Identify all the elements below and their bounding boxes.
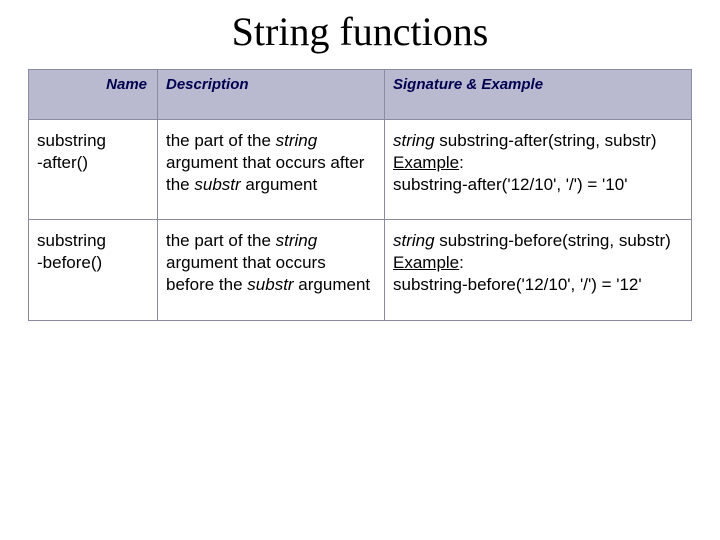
slide: String functions Name Description Signat… — [0, 0, 720, 540]
name-line1: substring — [37, 131, 106, 150]
example-body: substring-after('12/10', '/') = '10' — [393, 175, 627, 194]
table-row: substring -before() the part of the stri… — [29, 220, 692, 320]
desc-text: argument — [241, 175, 318, 194]
sig-call: substring-after(string, substr) — [435, 131, 657, 150]
name-line1: substring — [37, 231, 106, 250]
cell-desc: the part of the string argument that occ… — [158, 220, 385, 320]
desc-italic: string — [276, 131, 318, 150]
functions-table: Name Description Signature & Example sub… — [28, 69, 692, 321]
table-row: substring -after() the part of the strin… — [29, 120, 692, 220]
cell-sig: string substring-after(string, substr) E… — [385, 120, 692, 220]
cell-name: substring -after() — [29, 120, 158, 220]
col-header-sig: Signature & Example — [385, 70, 692, 120]
sig-call: substring-before(string, substr) — [435, 231, 671, 250]
col-header-name: Name — [29, 70, 158, 120]
example-label: Example — [393, 253, 459, 272]
desc-text: argument — [294, 275, 371, 294]
table-header-row: Name Description Signature & Example — [29, 70, 692, 120]
name-line2: -after() — [37, 153, 88, 172]
desc-text: the part of the — [166, 231, 276, 250]
desc-italic: substr — [247, 275, 293, 294]
col-header-desc: Description — [158, 70, 385, 120]
example-colon: : — [459, 153, 464, 172]
example-label: Example — [393, 153, 459, 172]
example-colon: : — [459, 253, 464, 272]
example-body: substring-before('12/10', '/') = '12' — [393, 275, 642, 294]
cell-sig: string substring-before(string, substr) … — [385, 220, 692, 320]
sig-return-type: string — [393, 131, 435, 150]
page-title: String functions — [28, 8, 692, 55]
cell-desc: the part of the string argument that occ… — [158, 120, 385, 220]
desc-text: the part of the — [166, 131, 276, 150]
desc-italic: substr — [194, 175, 240, 194]
cell-name: substring -before() — [29, 220, 158, 320]
name-line2: -before() — [37, 253, 102, 272]
desc-italic: string — [276, 231, 318, 250]
sig-return-type: string — [393, 231, 435, 250]
